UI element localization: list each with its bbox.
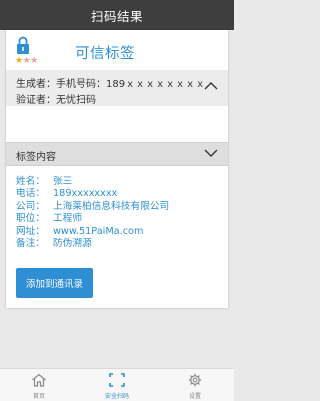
home-icon (31, 373, 47, 389)
tag-card: ★★★ 可信标签 生成者：手机号码：189ｘｘｘｘｘｘｘｘ 验证者：无忧扫码 标… (6, 30, 228, 308)
tab-secure-scan[interactable]: 安全扫码 (78, 369, 156, 401)
generator-row: 生成者：手机号码：189ｘｘｘｘｘｘｘｘ (16, 75, 205, 90)
field-note: 备注： 防伪溯源 (16, 238, 92, 250)
page-title: 扫码结果 (90, 8, 143, 24)
generator-panel[interactable]: 生成者：手机号码：189ｘｘｘｘｘｘｘｘ 验证者：无忧扫码 (6, 70, 228, 106)
spacer (6, 106, 228, 142)
field-name: 姓名： 张三 (16, 176, 73, 187)
generator-value: 手机号码：189ｘｘｘｘｘｘｘｘ (56, 79, 206, 90)
scan-icon (109, 373, 125, 389)
star-filled-icon: ★ (15, 56, 23, 66)
field-phone: 电话： 189xxxxxxxx (16, 188, 118, 200)
tag-content-section-header[interactable]: 标签内容 (6, 142, 228, 166)
tag-content: 姓名： 张三 电话： 189xxxxxxxx 公司： 上海莱柏信息科技有限公司 职位：… (16, 176, 169, 250)
chevron-down-icon[interactable] (204, 149, 218, 160)
chevron-up-icon[interactable] (204, 82, 218, 93)
field-position: 职位： 工程师 (16, 213, 83, 225)
star-empty-icon: ★ (30, 56, 38, 66)
section-title: 标签内容 (16, 152, 56, 163)
verifier-row: 验证者：无忧扫码 (16, 91, 96, 106)
title-bar: 扫码结果 (0, 0, 234, 30)
trusted-tag-title: 可信标签 (75, 46, 135, 62)
verifier-value: 无忧扫码 (56, 95, 96, 106)
field-company: 公司： 上海莱柏信息科技有限公司 (16, 200, 170, 212)
card-header: ★★★ 可信标签 (6, 30, 228, 70)
gear-icon (187, 373, 203, 389)
tab-home[interactable]: 首页 (0, 369, 78, 401)
generator-label: 生成者： (16, 79, 56, 90)
add-to-contacts-button[interactable]: 添加到通讯录 (16, 268, 93, 298)
rating-stars: ★★★ (15, 57, 38, 66)
tab-settings[interactable]: 设置 (156, 369, 234, 401)
verifier-label: 验证者： (16, 95, 56, 106)
field-website: 网址： www.51PaiMa.com (16, 225, 144, 237)
bottom-tab-bar: 首页 安全扫码 设置 (0, 368, 234, 401)
